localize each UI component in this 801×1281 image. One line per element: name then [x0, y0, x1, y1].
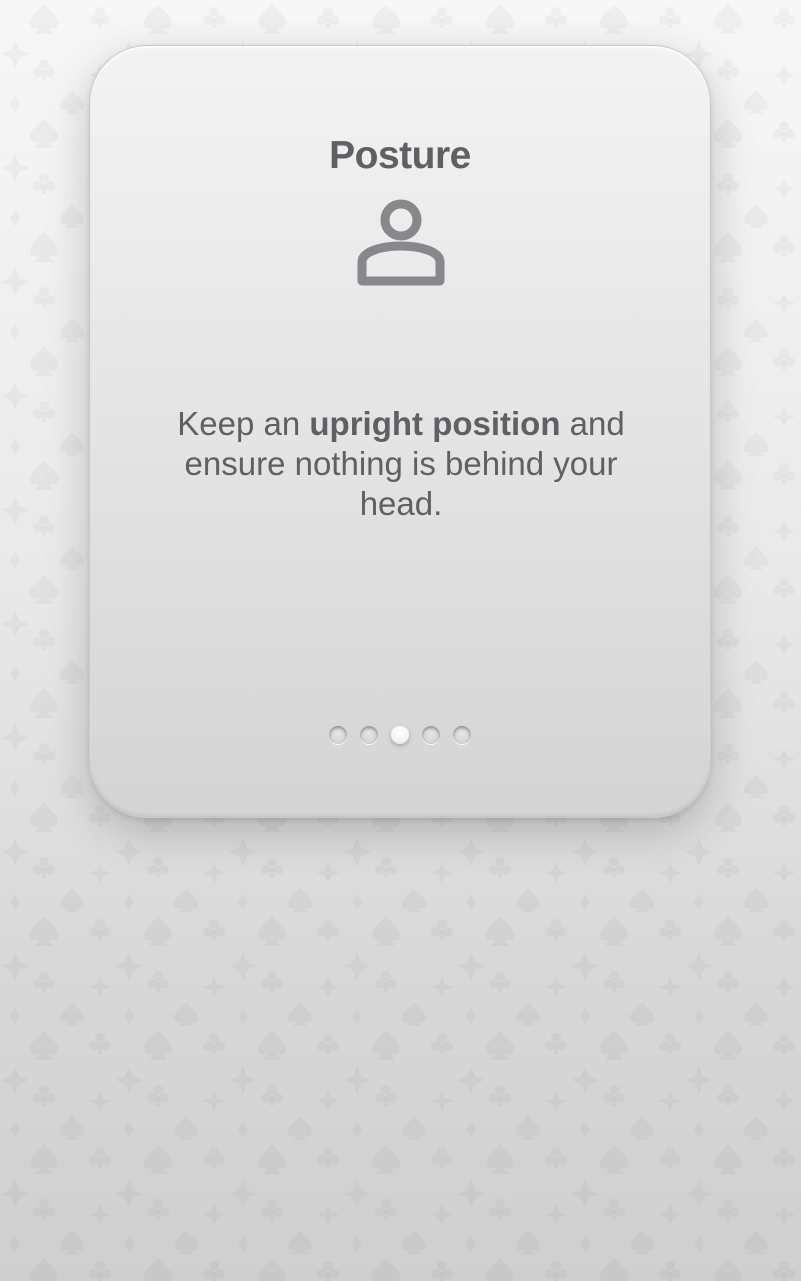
page-dot-3-active[interactable] [391, 726, 409, 744]
message-emphasis: upright position [309, 405, 561, 442]
page-dot-5[interactable] [453, 726, 471, 744]
posture-instruction: Keep an upright position and ensure noth… [160, 404, 642, 524]
page-dot-4[interactable] [422, 726, 440, 744]
onboarding-card: Posture Keep an upright position and ens… [89, 45, 711, 818]
message-text-start: Keep an [177, 405, 310, 442]
card-title: Posture [329, 134, 471, 177]
page-dot-2[interactable] [360, 726, 378, 744]
page-dot-1[interactable] [329, 726, 347, 744]
pagination-dots [90, 726, 710, 744]
person-icon [357, 199, 445, 286]
